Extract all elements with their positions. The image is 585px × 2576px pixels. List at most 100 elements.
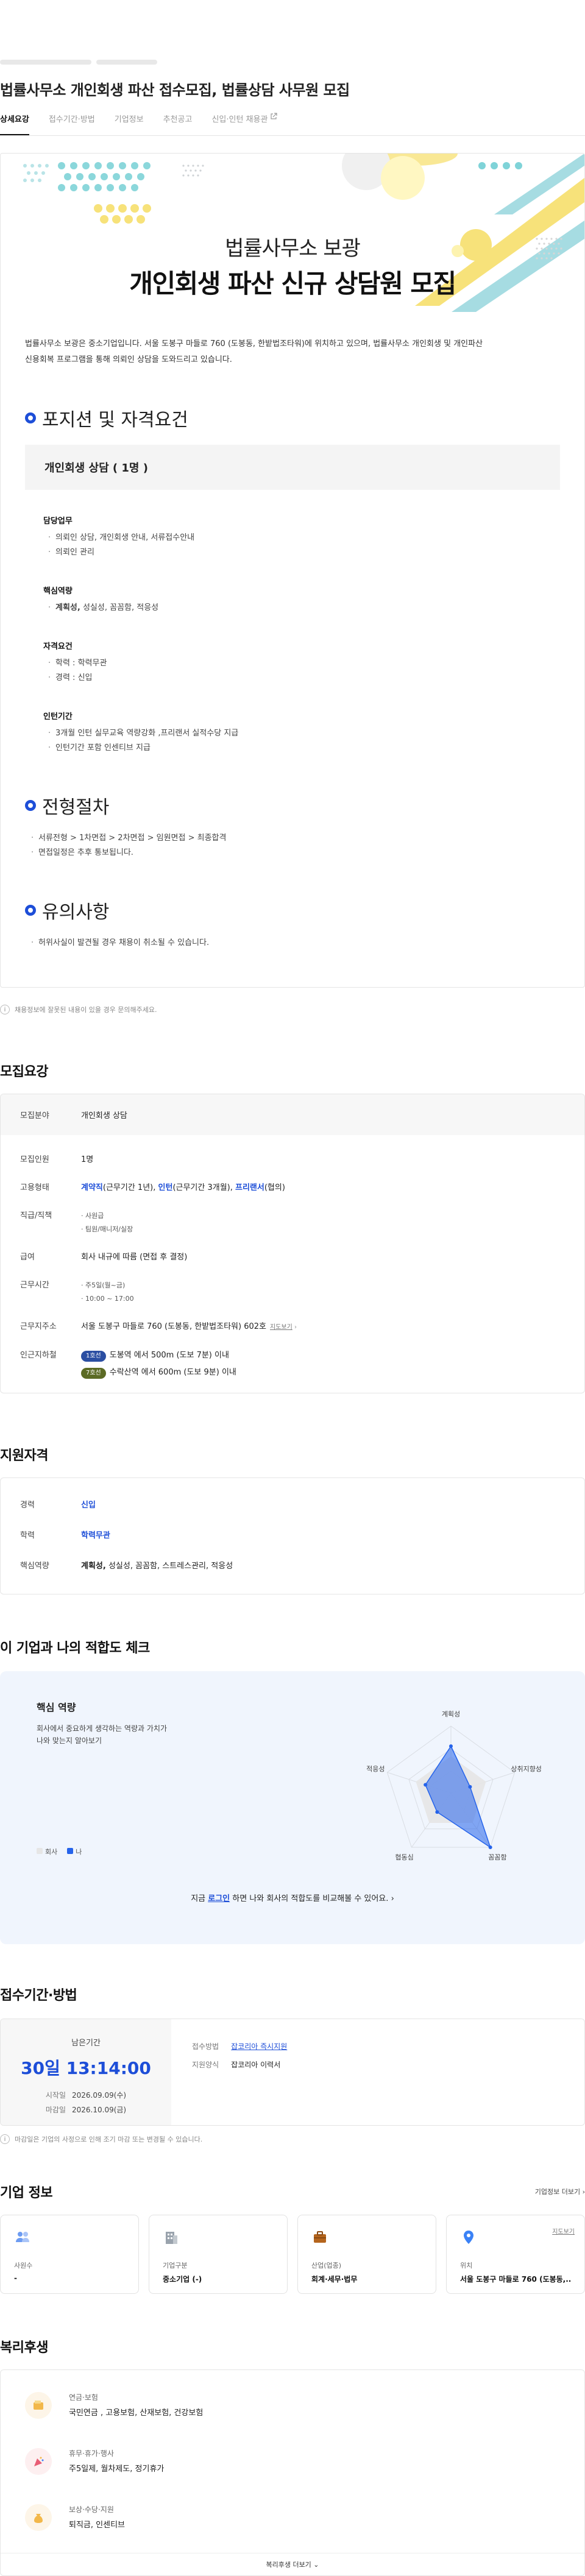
row-key: 핵심역량 xyxy=(20,1562,49,1571)
fit-desc-line: 회사에서 중요하게 생각하는 역량과 가치가 xyxy=(37,1724,167,1733)
employment-note: (근무기간 1년), xyxy=(102,1183,158,1192)
list-item: 인턴기간 포함 인센티브 지급 xyxy=(43,741,584,755)
row-value: 1명 xyxy=(81,1155,94,1164)
row-value: 개인회생 상담 xyxy=(81,1111,127,1120)
table-row: 인근지하철 1호선 도봉역 에서 500m (도보 7분) 이내 7호선 수락산역 … xyxy=(1,1342,584,1387)
row-value: 회사 내규에 따름 (면접 후 결정) xyxy=(81,1253,188,1262)
radar-point xyxy=(449,1744,453,1748)
welfare-item-title: 보상·수당·지원 xyxy=(69,2505,114,2514)
skill-bold: 계획성, xyxy=(55,603,80,612)
fit-desc: 회사에서 중요하게 생각하는 역량과 가치가 나와 맞는지 알아보기 xyxy=(37,1722,167,1747)
employment-type: 인턴 xyxy=(158,1183,173,1192)
core-skill-group: 핵심역량 계획성, 성실성, 꼼꼼함, 적응성 xyxy=(43,584,584,615)
notice-text[interactable]: 채용정보에 잘못된 내용이 있을 경우 문의해주세요. xyxy=(15,1005,157,1014)
rank-text: 사원급 xyxy=(85,1212,104,1220)
remain-label: 남은기간 xyxy=(71,2039,101,2048)
company-more-link[interactable]: 기업정보 더보기 › xyxy=(535,2187,585,2196)
table-row: 급여 회사 내규에 따름 (면접 후 결정) xyxy=(1,1244,584,1272)
welfare-text: 보상·수당·지원 퇴직금, 인센티브 xyxy=(69,2504,125,2530)
card-label: 기업구분 xyxy=(163,2262,188,2270)
time-item: · 주5일(월~금) xyxy=(81,1281,126,1289)
list-item: 허위사실이 발견될 경우 채용이 취소될 수 있습니다. xyxy=(31,936,584,950)
map-link[interactable]: 지도보기 xyxy=(270,1324,292,1331)
tab-company-info[interactable]: 기업정보 xyxy=(115,113,144,135)
apply-deadline: 남은기간 30일 13:14:00 시작일 2026.09.09(수) 마감일 20… xyxy=(1,2019,171,2125)
skill-rest: 성실성, 꼼꼼함, 적응성 xyxy=(80,603,159,612)
time-item: · 10:00 ~ 17:00 xyxy=(81,1295,134,1303)
row-key: 근무지주소 xyxy=(20,1322,57,1331)
section-heading: 포지션 및 자격요건 xyxy=(25,405,560,431)
radar-axis-label: 꼼꼼함 xyxy=(488,1853,506,1861)
chevron-right-icon: › xyxy=(388,1894,394,1903)
table-row: 근무지주소 서울 도봉구 마들로 760 (도봉동, 한밭법조타워) 602호 지… xyxy=(1,1313,584,1342)
tab-apply-period[interactable]: 접수기간·방법 xyxy=(49,113,95,135)
row-value: 계획성, 성실성, 꼼꼼함, 스트레스관리, 적응성 xyxy=(81,1560,233,1573)
list-item: 계획성, 성실성, 꼼꼼함, 적응성 xyxy=(43,601,584,615)
group-title: 자격요건 xyxy=(43,642,73,651)
date-value: 2026.09.09(수) xyxy=(72,2091,127,2100)
radar-point xyxy=(435,1810,439,1814)
employment-note: (근무기간 3개월), xyxy=(172,1183,236,1192)
employee-card: 사원수 - xyxy=(0,2215,139,2294)
deadline-notice: i 마감일은 기업의 사정으로 인해 조기 마감 또는 변경될 수 있습니다. xyxy=(0,2134,585,2144)
row-key: 모집분야 xyxy=(20,1111,49,1120)
list-item: 3개월 인턴 실무교육 역량강화 ,프리랜서 실적수당 지급 xyxy=(43,726,584,741)
row-value: 서울 도봉구 마들로 760 (도봉동, 한밭법조타워) 602호 지도보기 › xyxy=(81,1320,297,1334)
legend-label: 회사 xyxy=(45,1848,58,1856)
radar-axis-label: 협동심 xyxy=(395,1853,413,1861)
welfare-item-title: 휴무·휴가·행사 xyxy=(69,2449,114,2458)
row-key: 고용형태 xyxy=(20,1183,49,1192)
tab-label: 추천공고 xyxy=(163,115,193,124)
tab-recommended[interactable]: 추천공고 xyxy=(163,113,193,135)
poster-intro: 법률사무소 보광은 중소기업입니다. 서울 도봉구 마들로 760 (도봉동, … xyxy=(1,336,584,368)
welfare-more-button[interactable]: 복리후생 더보기 ⌄ xyxy=(1,2553,584,2575)
login-link[interactable]: 로그인 xyxy=(208,1894,230,1903)
start-date: 시작일 2026.09.09(수) xyxy=(1,2088,171,2103)
page: 법률사무소 개인회생 파산 접수모집, 법률상담 사무원 모집 상세요강 접수기… xyxy=(0,0,585,2576)
row-value: 학력무관 xyxy=(81,1531,110,1540)
summary-table: 모집분야 개인회생 상담 모집인원 1명 고용형태 계약직(근무기간 1년), 인… xyxy=(0,1094,585,1393)
external-link-icon xyxy=(271,113,278,119)
date-key: 마감일 xyxy=(45,2106,66,2114)
instant-apply-link[interactable]: 잡코리아 즉시지원 xyxy=(231,2042,287,2051)
welfare-item: 보상·수당·지원 퇴직금, 인센티브 xyxy=(1,2489,584,2546)
fit-check-panel: 핵심 역량 회사에서 중요하게 생각하는 역량과 가치가 나와 맞는지 알아보기… xyxy=(0,1671,585,1944)
radar-point xyxy=(488,1845,492,1849)
breadcrumb-placeholder xyxy=(0,0,585,65)
employment-note: (협의) xyxy=(264,1183,285,1192)
row-key: 학력 xyxy=(20,1531,35,1540)
table-row: 핵심역량 계획성, 성실성, 꼼꼼함, 스트레스관리, 적응성 xyxy=(1,1551,584,1582)
radar-point xyxy=(424,1783,428,1787)
legend-company: 회사 xyxy=(37,1847,57,1856)
tab-newcomer-hall[interactable]: 신입·인턴 채용관 xyxy=(211,113,278,135)
poster-company: 법률사무소 보광 xyxy=(225,236,361,261)
company-title: 기업 정보 xyxy=(0,2185,53,2201)
row-key: 경력 xyxy=(20,1501,35,1510)
table-row: 학력 학력무관 xyxy=(1,1521,584,1551)
skill-rest: 성실성, 꼼꼼함, 스트레스관리, 적응성 xyxy=(105,1562,233,1571)
tab-label: 신입·인턴 채용관 xyxy=(211,115,268,124)
list-item: 의뢰인 관리 xyxy=(43,545,584,560)
company-header: 기업 정보 기업정보 더보기 › xyxy=(0,2182,585,2201)
requirement-group: 자격요건 학력 : 학력무관경력 : 신입 xyxy=(43,640,584,685)
intern-group: 인턴기간 3개월 인턴 실무교육 역량강화 ,프리랜서 실적수당 지급인턴기간 … xyxy=(43,710,584,755)
address-text: 서울 도봉구 마들로 760 (도봉동, 한밭법조타워) 602호 xyxy=(81,1322,266,1331)
date-key: 시작일 xyxy=(45,2091,66,2100)
section-heading: 전형절차 xyxy=(25,792,560,819)
fit-intro: 핵심 역량 회사에서 중요하게 생각하는 역량과 가치가 나와 맞는지 알아보기 xyxy=(37,1699,167,1747)
notice-text: 마감일은 기업의 사정으로 인해 조기 마감 또는 변경될 수 있습니다. xyxy=(15,2135,203,2143)
tab-detail[interactable]: 상세요강 xyxy=(0,113,29,135)
table-row: 직급/직책 · 사원급 · 팀원/매니저/실장 xyxy=(1,1202,584,1244)
list-item: 면접일정은 추후 통보됩니다. xyxy=(31,846,584,860)
section-title: 유의사항 xyxy=(42,902,110,923)
rank-item: · 팀원/매니저/실장 xyxy=(81,1225,133,1233)
rank-item: · 사원급 xyxy=(81,1212,104,1220)
method-key: 접수방법 xyxy=(192,2042,219,2051)
map-link[interactable]: 지도보기 xyxy=(552,2226,575,2235)
section-heading: 유의사항 xyxy=(25,897,560,924)
employment-type: 프리랜서 xyxy=(235,1183,264,1192)
welfare-item: 연금·보험 국민연금 , 고용보험, 산재보험, 건강보험 xyxy=(1,2377,584,2433)
tab-label: 상세요강 xyxy=(0,115,29,124)
more-label: 기업정보 더보기 xyxy=(534,2188,581,2196)
time-text: 10:00 ~ 17:00 xyxy=(85,1295,134,1303)
